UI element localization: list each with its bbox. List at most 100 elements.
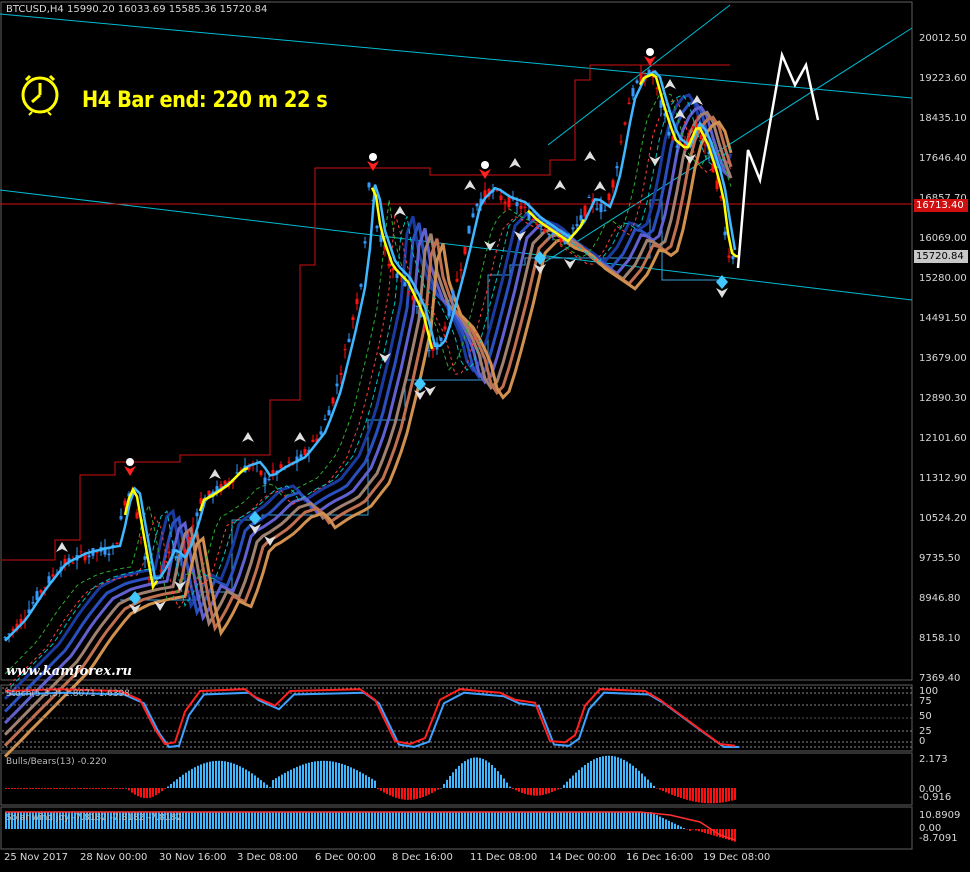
ao-bar xyxy=(146,788,148,799)
ao-bar xyxy=(605,755,607,788)
ao-bar xyxy=(449,775,451,788)
solar-bar xyxy=(539,812,541,829)
solar-bar xyxy=(638,812,640,829)
ao-bar xyxy=(143,788,145,799)
ao-bar xyxy=(59,788,61,789)
solar-bar xyxy=(200,812,202,829)
candle-body xyxy=(503,201,507,204)
ao-bar xyxy=(170,783,172,788)
ao-bar xyxy=(494,767,496,788)
solar-bar xyxy=(614,812,616,829)
ao-bar xyxy=(125,788,127,789)
ao-bar xyxy=(371,778,373,788)
solar-bar xyxy=(260,812,262,829)
down-fractal-arrow-icon xyxy=(534,264,546,274)
solar-bar xyxy=(359,812,361,829)
ao-bar xyxy=(26,788,28,789)
ao-bar xyxy=(674,788,676,796)
ao-bar xyxy=(281,774,283,788)
candle-body xyxy=(471,213,475,218)
solar-bar xyxy=(422,812,424,829)
ao-bar xyxy=(551,788,553,793)
candle-body xyxy=(571,227,575,230)
candle-body xyxy=(135,512,139,519)
ao-bar xyxy=(710,788,712,804)
ao-bar xyxy=(518,788,520,792)
x-tick-label: 19 Dec 08:00 xyxy=(703,852,771,863)
ao-bar xyxy=(302,764,304,788)
candle-body xyxy=(319,431,323,435)
ao-bar xyxy=(656,788,658,789)
candle-body xyxy=(631,88,635,97)
ao-bar xyxy=(314,761,316,788)
ao-bar xyxy=(80,788,82,789)
x-tick-label: 8 Dec 16:00 xyxy=(392,852,453,863)
ao-bar xyxy=(209,761,211,788)
solar-bar xyxy=(566,812,568,829)
ao-bar xyxy=(557,788,559,790)
ao-bar xyxy=(356,770,358,788)
candle-body xyxy=(331,397,335,404)
ao-bar xyxy=(473,757,475,788)
solar-bar xyxy=(668,820,670,829)
ao-bar xyxy=(83,788,85,789)
solar-bar xyxy=(275,812,277,829)
ao-bar xyxy=(692,788,694,802)
ao-bar xyxy=(452,772,454,788)
solar-bar xyxy=(377,812,379,829)
solar-bar xyxy=(206,812,208,829)
candle-body xyxy=(415,305,419,307)
solar-bar xyxy=(218,812,220,829)
y-tick-label: 18435.10 xyxy=(919,113,967,124)
solar-bar xyxy=(188,812,190,829)
solar-bar xyxy=(437,812,439,829)
solar-bar xyxy=(701,829,703,833)
ao-bar xyxy=(623,759,625,788)
trading-chart[interactable] xyxy=(0,0,970,872)
up-fractal-arrow-icon xyxy=(242,432,254,442)
candle-body xyxy=(463,246,467,255)
ao-bar xyxy=(206,762,208,788)
solar-bar xyxy=(557,812,559,829)
candle-body xyxy=(611,180,615,188)
solar-bar xyxy=(569,812,571,829)
solar-bar xyxy=(704,829,706,834)
red-line-price-tag: 16713.40 xyxy=(914,199,968,212)
up-fractal-arrow-icon xyxy=(584,151,596,161)
ao-bar xyxy=(107,788,109,789)
candle-body xyxy=(191,525,195,527)
ao-bar xyxy=(344,764,346,788)
ao-bar xyxy=(326,760,328,788)
ao-bar xyxy=(428,788,430,795)
candle-body xyxy=(263,477,267,485)
solar-bar xyxy=(449,812,451,829)
solar-bar xyxy=(311,812,313,829)
up-fractal-arrow-icon xyxy=(509,158,521,168)
solar-bar xyxy=(374,812,376,829)
solar-bar xyxy=(497,812,499,829)
solar-bar xyxy=(473,812,475,829)
ao-bar xyxy=(434,788,436,792)
candle-body xyxy=(447,305,451,317)
solar-bar xyxy=(194,812,196,829)
ao-bar xyxy=(386,788,388,795)
candle-body xyxy=(619,141,623,143)
x-tick-label: 25 Nov 2017 xyxy=(4,852,69,863)
solar-bar xyxy=(695,829,697,831)
candle-body xyxy=(123,500,127,506)
solar-bar xyxy=(416,812,418,829)
down-fractal-arrow-icon xyxy=(564,259,576,269)
ao-bar xyxy=(128,788,130,791)
y-tick-label: 8946.80 xyxy=(919,593,961,604)
bar-end-timer: H4 Bar end: 220 m 22 s xyxy=(82,88,328,113)
ao-bar xyxy=(479,757,481,788)
ao-bar xyxy=(539,788,541,796)
ao-bar xyxy=(560,788,562,789)
fractal-dot xyxy=(126,458,134,466)
candle-body xyxy=(395,273,399,279)
candle-body xyxy=(547,234,551,236)
candle-body xyxy=(335,383,339,387)
ao-bar xyxy=(20,788,22,789)
ao-bar xyxy=(272,779,274,788)
x-tick-label: 3 Dec 08:00 xyxy=(237,852,298,863)
